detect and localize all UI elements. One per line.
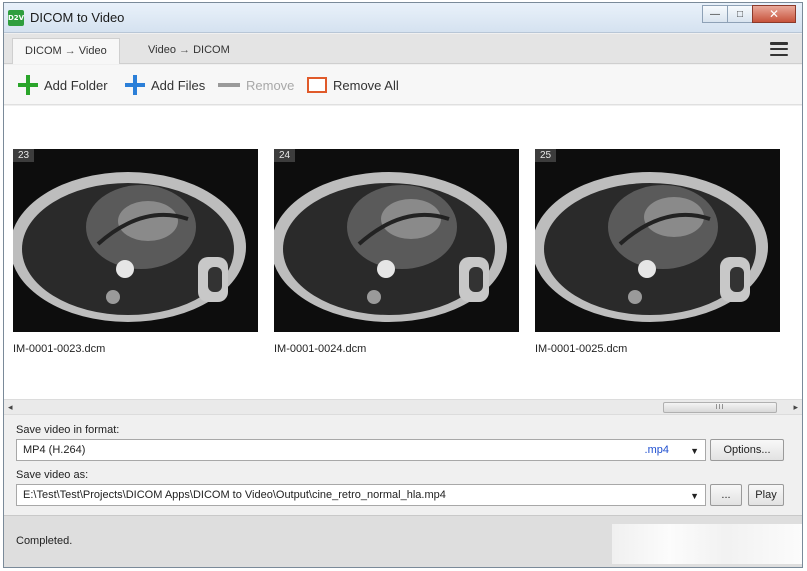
scroll-left-icon[interactable]: ◂ — [8, 402, 13, 413]
app-window: D2V DICOM to Video — □ ✕ DICOM → Video V… — [3, 2, 803, 568]
output-settings: Save video in format: MP4 (H.264) .mp4 ▼… — [4, 416, 802, 514]
title-bar: D2V DICOM to Video — □ ✕ — [4, 3, 802, 33]
slice-number-badge: 25 — [535, 149, 557, 162]
dicom-thumbnail-image: 23 — [13, 149, 258, 332]
add-folder-label: Add Folder — [44, 77, 108, 93]
remove-all-button[interactable]: Remove All — [307, 74, 399, 96]
close-button[interactable]: ✕ — [752, 5, 796, 23]
chevron-down-icon[interactable]: ▼ — [690, 486, 699, 506]
add-files-button[interactable]: Add Files — [125, 74, 205, 96]
tab-to: DICOM — [193, 44, 230, 56]
tab-from: DICOM — [25, 45, 62, 57]
status-text: Completed. — [16, 535, 73, 547]
thumbnail-item[interactable]: 23 IM-0001-0023.dcm — [13, 149, 258, 355]
dicom-thumbnail-image: 24 — [274, 149, 519, 332]
browse-button[interactable]: ... — [710, 484, 742, 506]
save-as-value: E:\Test\Test\Projects\DICOM Apps\DICOM t… — [23, 489, 446, 501]
minimize-icon: — — [710, 8, 720, 20]
save-as-label: Save video as: — [16, 469, 89, 481]
remove-all-icon — [307, 77, 327, 93]
scrollbar-thumb[interactable]: III — [663, 402, 777, 413]
chevron-down-icon[interactable]: ▼ — [690, 441, 699, 461]
hamburger-menu-icon[interactable] — [770, 42, 788, 56]
maximize-icon: □ — [736, 8, 744, 20]
format-select[interactable]: MP4 (H.264) .mp4 ▼ — [16, 439, 706, 461]
dicom-thumbnail-image: 25 — [535, 149, 780, 332]
plus-icon — [125, 75, 145, 95]
slice-number-badge: 24 — [274, 149, 296, 162]
thumbnail-filename: IM-0001-0024.dcm — [274, 343, 367, 355]
tab-to: Video — [78, 45, 107, 57]
window-controls: — □ ✕ — [702, 5, 796, 24]
horizontal-scrollbar[interactable]: ◂ III ▸ — [4, 399, 802, 415]
slice-number-badge: 23 — [13, 149, 35, 162]
window-title: DICOM to Video — [30, 10, 125, 25]
maximize-button[interactable]: □ — [727, 5, 753, 23]
status-bar: Completed. — [4, 515, 802, 567]
thumbnail-item[interactable]: 24 IM-0001-0024.dcm — [274, 149, 519, 355]
close-icon: ✕ — [768, 7, 780, 21]
toolbar: Add Folder Add Files Remove Remove All — [4, 65, 802, 105]
remove-all-label: Remove All — [333, 77, 399, 93]
tab-dicom-to-video[interactable]: DICOM → Video — [12, 38, 120, 64]
remove-button[interactable]: Remove — [218, 74, 294, 96]
dicom-image-list[interactable]: 23 IM-0001-0023.dcm 24 IM-0001-0024.dcm … — [4, 106, 802, 401]
add-files-label: Add Files — [151, 77, 206, 93]
app-logo-icon: D2V — [8, 10, 24, 26]
plus-icon — [18, 75, 38, 95]
thumbnail-item[interactable]: 25 IM-0001-0025.dcm — [535, 149, 780, 355]
add-folder-button[interactable]: Add Folder — [18, 74, 108, 96]
minimize-button[interactable]: — — [702, 5, 728, 23]
options-button[interactable]: Options... — [710, 439, 784, 461]
minus-icon — [218, 83, 240, 87]
blurred-region — [612, 524, 802, 564]
format-extension: .mp4 — [644, 444, 669, 456]
save-as-path-combo[interactable]: E:\Test\Test\Projects\DICOM Apps\DICOM t… — [16, 484, 706, 506]
remove-label: Remove — [246, 77, 295, 93]
tab-video-to-dicom[interactable]: Video → DICOM — [136, 38, 242, 64]
thumbnail-filename: IM-0001-0025.dcm — [535, 343, 628, 355]
arrow-right-icon: → — [179, 44, 190, 56]
scroll-right-icon[interactable]: ▸ — [793, 402, 798, 413]
arrow-right-icon: → — [64, 45, 76, 57]
play-button[interactable]: Play — [748, 484, 784, 506]
mode-tabs: DICOM → Video Video → DICOM — [4, 34, 802, 64]
format-label: Save video in format: — [16, 424, 120, 436]
format-value: MP4 (H.264) — [23, 444, 86, 456]
tab-from: Video — [148, 44, 176, 56]
thumbnail-filename: IM-0001-0023.dcm — [13, 343, 106, 355]
